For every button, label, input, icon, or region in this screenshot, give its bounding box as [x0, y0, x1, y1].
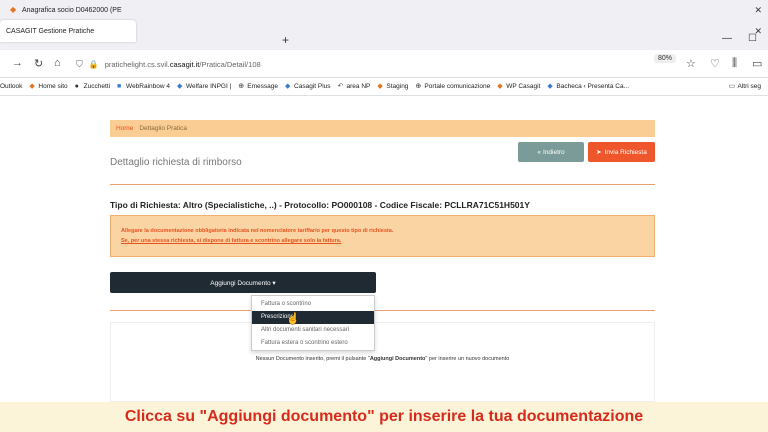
double-left-icon: « — [537, 148, 541, 156]
reload-icon[interactable]: ↻ — [34, 57, 43, 70]
bookmark-item[interactable]: ◆ Home sito — [29, 83, 67, 90]
empty-documents-message: Nessun Documento inserito, premi il puls… — [255, 356, 510, 362]
folder-icon: ▭ — [728, 83, 736, 90]
bookmark-item[interactable]: ↶ area NP — [338, 83, 371, 90]
bookmark-item[interactable]: ◆ Welfare INPGI | — [177, 83, 231, 90]
back-button[interactable]: «Indietro — [518, 142, 584, 162]
close-icon[interactable]: ✕ — [754, 5, 762, 16]
page-title: Dettaglio richiesta di rimborso — [110, 157, 242, 168]
menu-item-fattura-estera[interactable]: Fattura estera o scontrino estero — [252, 337, 374, 350]
new-tab-button[interactable]: + — [282, 33, 289, 47]
tab-label: CASAGIT Gestione Pratiche — [6, 27, 95, 35]
bookmark-item[interactable]: Outlook — [0, 83, 22, 90]
menu-item-fattura[interactable]: Fattura o scontrino — [252, 298, 374, 311]
send-icon: ➤ — [596, 149, 602, 156]
library-icon[interactable]: ⫼ — [732, 57, 737, 70]
zucchetti-icon: ● — [74, 83, 79, 90]
shield-icon: ⛉ — [76, 58, 83, 69]
documents-panel — [110, 322, 655, 402]
tutorial-caption: Clicca su "Aggiungi documento" per inser… — [0, 402, 768, 432]
add-document-dropdown: Fattura o scontrino Prescrizione Altri d… — [251, 295, 375, 351]
lock-icon: 🔒 — [88, 59, 99, 69]
globe-icon: ⊕ — [238, 83, 245, 90]
breadcrumb: Home Dettaglio Pratica — [110, 120, 655, 137]
alert-line: Allegare la documentazione obbligatoria … — [121, 228, 394, 234]
arrow-icon: ↶ — [337, 83, 344, 90]
casagit-icon: ◆ — [547, 83, 553, 90]
star-icon[interactable]: ☆ — [686, 57, 696, 70]
hand-cursor-icon: ☝ — [286, 313, 300, 325]
send-request-button[interactable]: ➤ Invia Richiesta — [588, 142, 655, 162]
url-path: /Pratica/Detail/108 — [199, 59, 261, 69]
bookmark-item[interactable]: ■ WebRainbow 4 — [117, 83, 170, 90]
request-info: Tipo di Richiesta: Altro (Specialistiche… — [110, 200, 530, 210]
divider — [110, 184, 655, 185]
warning-alert: Allegare la documentazione obbligatoria … — [110, 215, 655, 257]
orange-diamond-icon: ◆ — [10, 5, 17, 14]
minimize-icon[interactable]: — — [722, 33, 732, 44]
divider — [110, 310, 655, 311]
breadcrumb-home[interactable]: Home — [116, 125, 133, 132]
maximize-icon[interactable]: ☐ — [748, 33, 757, 44]
page-content: Home Dettaglio Pratica Dettaglio richies… — [0, 96, 768, 432]
globe-icon: ⊕ — [415, 83, 422, 90]
welfare-icon: ◆ — [177, 83, 183, 90]
browser-navbar: → ↻ ⌂ ⛉ 🔒 pratichelight.cs.svil. casagit.… — [0, 50, 768, 78]
url-prefix: pratichelight.cs.svil. — [104, 59, 170, 69]
bookmark-item[interactable]: ⊕ Portale comunicazione — [415, 83, 490, 90]
menu-item-prescrizione[interactable]: Prescrizione — [252, 311, 374, 324]
bookmark-item[interactable]: ◆ Casagit Plus — [285, 83, 331, 90]
bookmark-folder[interactable]: ▭ Altri seg — [729, 83, 761, 90]
alert-line: Se, per una stessa richiesta, si dispone… — [121, 238, 342, 244]
url-domain: casagit.it — [169, 59, 200, 69]
pocket-icon[interactable]: ♡ — [710, 57, 720, 70]
menu-item-altri-documenti[interactable]: Altri documenti sanitari necessari — [252, 324, 374, 337]
address-bar[interactable]: ⛉ 🔒 pratichelight.cs.svil. casagit.it/Pra… — [76, 54, 706, 74]
add-document-button[interactable]: Aggiungi Documento ▾ — [110, 272, 376, 293]
orange-diamond-icon: ◆ — [497, 83, 503, 90]
bookmark-item[interactable]: ● Zucchetti — [75, 83, 110, 90]
browser-tabbar: ◆ Anagrafica socio D0462000 (PE ✕ CASAGI… — [0, 0, 768, 50]
zoom-level[interactable]: 80% — [653, 54, 676, 63]
casagit-icon: ◆ — [285, 83, 291, 90]
bookmark-item[interactable]: ⊕ Emessage — [238, 83, 278, 90]
tab-anagrafica[interactable]: ◆ Anagrafica socio D0462000 (PE ✕ — [0, 0, 762, 20]
back-arrow-icon[interactable]: → — [12, 57, 23, 69]
tab-casagit[interactable]: CASAGIT Gestione Pratiche ✕ — [0, 20, 762, 42]
orange-diamond-icon: ◆ — [29, 83, 35, 90]
bookmark-item[interactable]: ◆ Staging — [377, 83, 408, 90]
bookmarks-bar: Outlook ◆ Home sito ● Zucchetti ■ WebRainbo… — [0, 78, 768, 96]
bookmark-item[interactable]: ◆ WP Casagit — [497, 83, 540, 90]
sidebar-icon[interactable]: ▭ — [752, 57, 762, 70]
breadcrumb-current: Dettaglio Pratica — [139, 125, 188, 132]
bookmark-item[interactable]: ◆ Bacheca ‹ Presenta Ca... — [547, 83, 629, 90]
webrainbow-icon: ■ — [117, 83, 122, 90]
orange-diamond-icon: ◆ — [377, 83, 383, 90]
tab-label: Anagrafica socio D0462000 (PE — [22, 6, 122, 14]
home-icon[interactable]: ⌂ — [54, 57, 61, 69]
